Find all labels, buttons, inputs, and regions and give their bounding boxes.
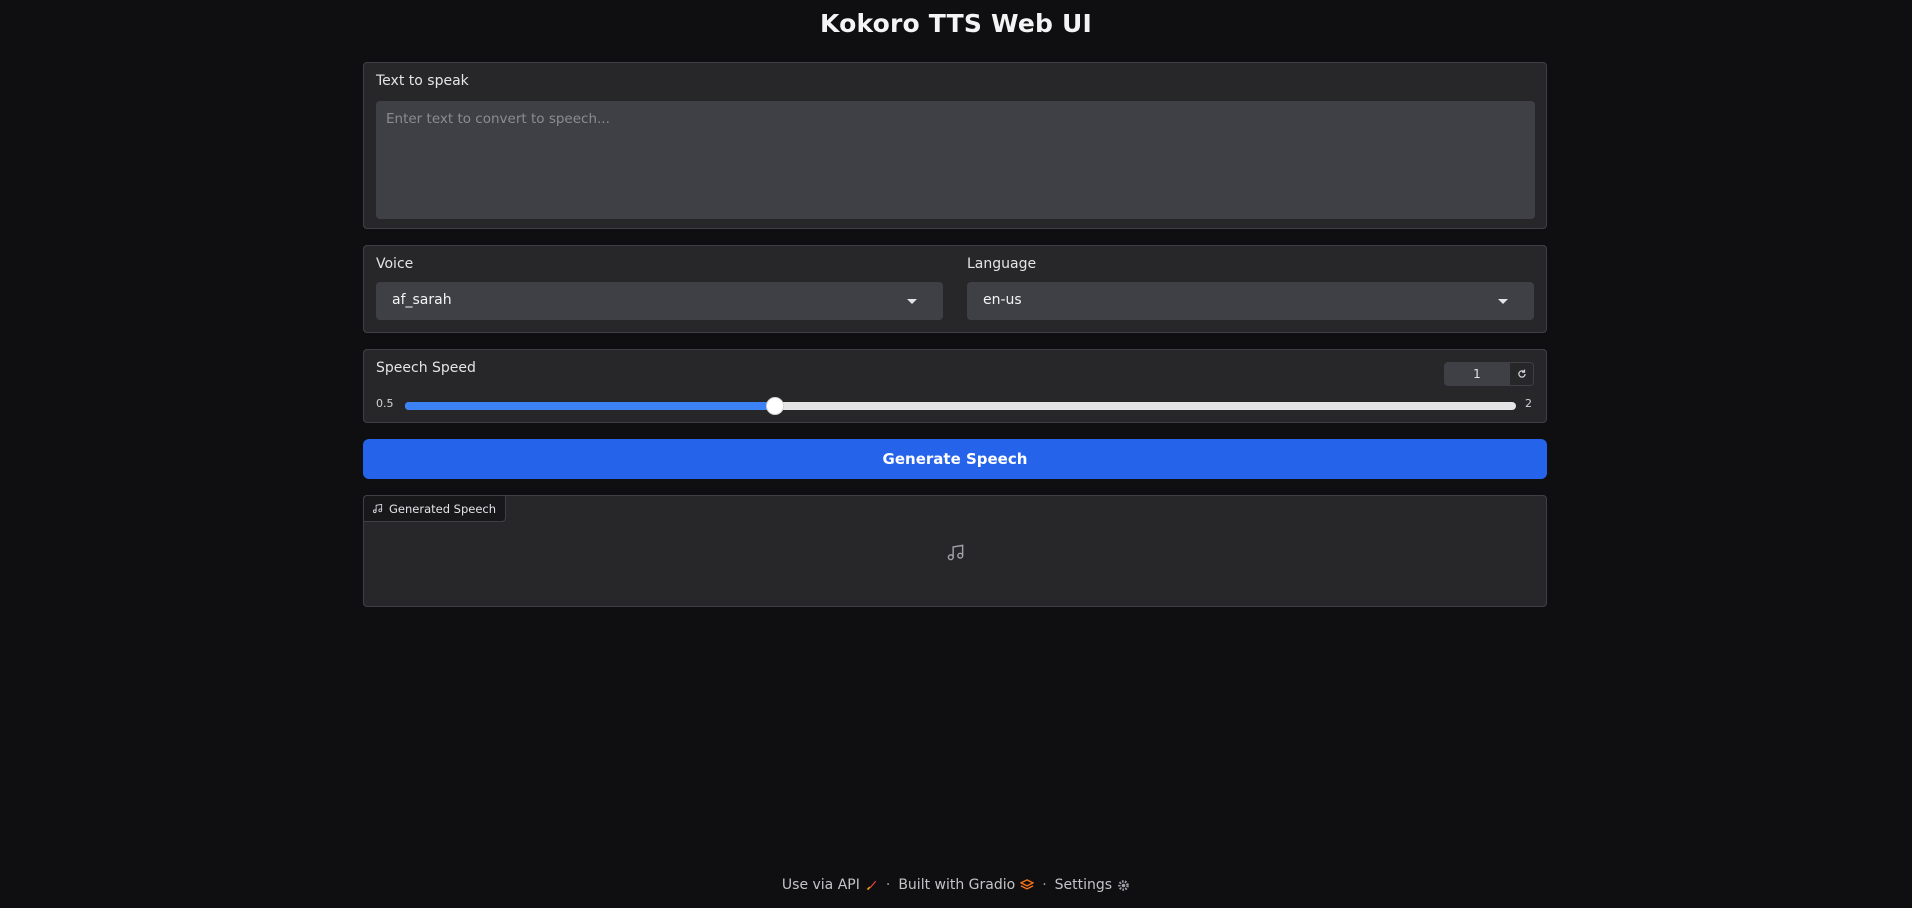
footer: Use via API · Built with Gradio · Settin… xyxy=(0,877,1912,893)
text-input-label: Text to speak xyxy=(376,73,469,89)
language-field: Language en-us xyxy=(967,256,1534,320)
language-dropdown[interactable]: en-us xyxy=(967,282,1534,320)
gradio-logo-icon xyxy=(1020,879,1035,890)
settings-link[interactable]: Settings xyxy=(1055,877,1130,893)
use-api-label: Use via API xyxy=(781,877,860,893)
language-value: en-us xyxy=(983,292,1022,308)
voice-dropdown[interactable]: af_sarah xyxy=(376,282,943,320)
music-note-icon xyxy=(947,544,964,561)
text-input[interactable] xyxy=(376,101,1535,219)
built-with-gradio-link[interactable]: Built with Gradio xyxy=(898,877,1035,893)
music-note-icon xyxy=(372,503,383,514)
generated-speech-tab: Generated Speech xyxy=(363,495,507,522)
text-input-panel: Text to speak xyxy=(363,62,1547,229)
footer-separator: · xyxy=(885,877,891,893)
generated-speech-panel: Generated Speech xyxy=(363,495,1547,607)
settings-label: Settings xyxy=(1054,877,1113,893)
generated-speech-label: Generated Speech xyxy=(389,501,497,516)
speed-min-label: 0.5 xyxy=(376,397,394,410)
speed-number-box xyxy=(1444,362,1534,386)
voice-value: af_sarah xyxy=(392,292,452,308)
speed-number-input[interactable] xyxy=(1445,363,1509,385)
voice-language-panel: Voice af_sarah Language en-us xyxy=(363,245,1547,333)
footer-separator: · xyxy=(1042,877,1047,893)
voice-field: Voice af_sarah xyxy=(376,256,943,320)
page-title: Kokoro TTS Web UI xyxy=(819,9,1093,38)
speed-max-label: 2 xyxy=(1525,397,1532,410)
slider-fill xyxy=(405,402,776,410)
caret-down-icon xyxy=(907,299,917,304)
reset-button[interactable] xyxy=(1509,363,1533,385)
rocket-icon xyxy=(866,880,877,890)
speed-panel: Speech Speed 0.5 2 xyxy=(363,349,1547,423)
language-label: Language xyxy=(967,256,1037,272)
gear-icon xyxy=(1118,879,1129,891)
voice-label: Voice xyxy=(376,256,414,272)
caret-down-icon xyxy=(1498,299,1508,304)
speed-label: Speech Speed xyxy=(376,360,476,376)
generate-speech-button[interactable]: Generate Speech xyxy=(363,439,1547,479)
speed-slider[interactable] xyxy=(405,397,1516,415)
use-api-link[interactable]: Use via API xyxy=(782,877,878,893)
slider-thumb[interactable] xyxy=(766,397,785,415)
reset-icon xyxy=(1517,369,1526,378)
built-with-gradio-label: Built with Gradio xyxy=(898,877,1016,893)
